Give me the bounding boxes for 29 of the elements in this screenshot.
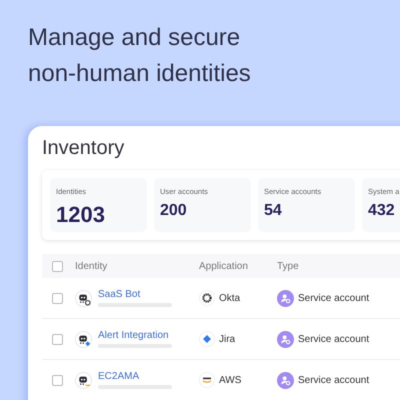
account-type: Service account xyxy=(298,374,370,386)
checkbox[interactable] xyxy=(52,374,63,386)
stat-value: 1203 xyxy=(56,202,106,228)
identity-link[interactable]: EC2AMA xyxy=(98,371,172,382)
headline: Manage and secure non-human identities xyxy=(28,23,252,89)
identity-link[interactable]: SaaS Bot xyxy=(98,289,172,300)
checkbox[interactable] xyxy=(52,292,63,304)
column-header: Identity xyxy=(75,260,108,272)
panel-title: Inventory xyxy=(42,138,126,158)
user-gear-icon xyxy=(277,330,294,348)
account-type: Service account xyxy=(298,292,370,304)
identity-link[interactable]: Alert Integration xyxy=(98,330,172,341)
stat-value: 432 xyxy=(368,202,396,220)
application-name: Okta xyxy=(219,292,240,304)
robot-icon xyxy=(75,330,92,348)
stat-value: 54 xyxy=(264,202,283,220)
checkbox[interactable] xyxy=(52,334,63,344)
robot-icon xyxy=(75,372,92,388)
user-gear-icon xyxy=(277,372,294,388)
checkbox[interactable] xyxy=(52,260,63,272)
application-name: AWS xyxy=(219,374,242,386)
account-type: Service account xyxy=(298,334,370,344)
column-header: Application xyxy=(199,260,249,272)
robot-icon xyxy=(75,290,92,306)
sun-icon xyxy=(199,290,215,306)
application-name: Jira xyxy=(219,334,236,344)
stat-value: 200 xyxy=(160,202,188,220)
user-gear-icon xyxy=(277,290,294,306)
column-header: Type xyxy=(277,260,300,272)
